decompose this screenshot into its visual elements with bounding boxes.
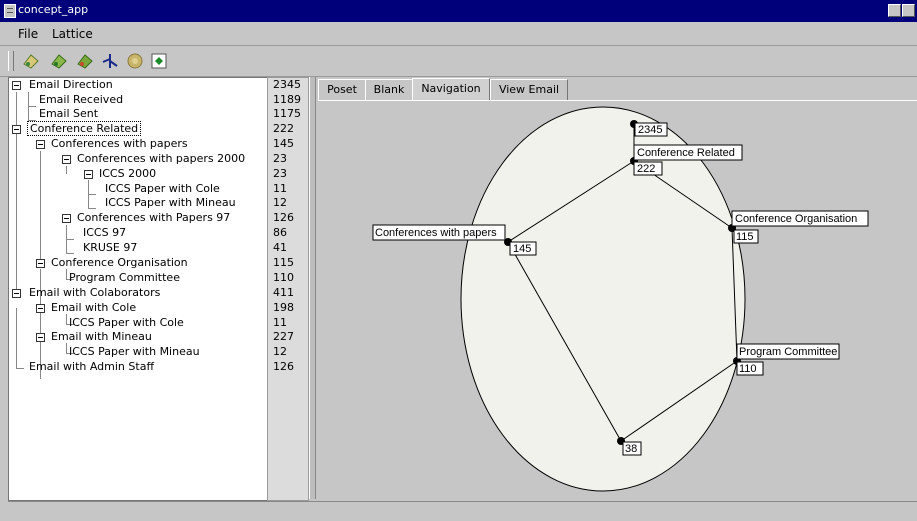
tree-item-email-received[interactable]: Email Received bbox=[39, 93, 123, 107]
count-value: 126 bbox=[273, 211, 294, 224]
count-value: 222 bbox=[273, 122, 294, 135]
node-label-top-count: 2345 bbox=[634, 122, 668, 137]
tree-item-conferences-with-papers-2000[interactable]: Conferences with papers 2000 bbox=[77, 152, 245, 166]
minimize-button[interactable] bbox=[888, 4, 901, 17]
svg-text:2345: 2345 bbox=[638, 124, 662, 136]
tree-item-iccs-paper-with-cole[interactable]: ICCS Paper with Cole bbox=[105, 182, 220, 196]
tree-item-conferences-with-papers-97[interactable]: Conferences with Papers 97 bbox=[77, 211, 230, 225]
tree-item-iccs-paper-with-cole[interactable]: ICCS Paper with Cole bbox=[69, 316, 184, 330]
tab-bar: Poset Blank Navigation View Email bbox=[318, 78, 917, 102]
count-value: 198 bbox=[273, 301, 294, 314]
tree-item-program-committee[interactable]: Program Committee bbox=[69, 271, 180, 285]
count-value: 227 bbox=[273, 330, 294, 343]
count-column: 2345 1189 1175 222 145 23 23 11 12 126 8… bbox=[267, 77, 309, 501]
svg-text:Conference Organisation: Conference Organisation bbox=[735, 213, 857, 225]
bookmark-remove-icon[interactable] bbox=[76, 52, 94, 70]
svg-text:Program Committee: Program Committee bbox=[739, 346, 837, 358]
expander-icon[interactable] bbox=[84, 170, 93, 179]
menu-bar: File Lattice bbox=[0, 22, 917, 46]
svg-text:Conference Related: Conference Related bbox=[637, 147, 735, 159]
diamond-icon[interactable] bbox=[150, 52, 168, 70]
tree-item-label: Conference Related bbox=[27, 121, 142, 136]
concept-tree[interactable]: Email Direction Email Received Email Sen… bbox=[8, 77, 268, 501]
svg-text:222: 222 bbox=[637, 163, 655, 175]
tree-item-email-sent[interactable]: Email Sent bbox=[39, 107, 98, 121]
bookmark-icon[interactable] bbox=[22, 52, 40, 70]
toolbar bbox=[0, 46, 917, 77]
svg-text:145: 145 bbox=[513, 243, 531, 255]
expander-icon[interactable] bbox=[36, 304, 45, 313]
tree-item-email-with-mineau[interactable]: Email with Mineau bbox=[51, 330, 152, 344]
expander-icon[interactable] bbox=[36, 259, 45, 268]
tab-navigation[interactable]: Navigation bbox=[412, 78, 490, 102]
toolbar-grip[interactable] bbox=[8, 51, 14, 71]
tree-item-iccs-paper-with-mineau[interactable]: ICCS Paper with Mineau bbox=[105, 196, 236, 210]
svg-text:110: 110 bbox=[739, 363, 757, 375]
tab-view-email[interactable]: View Email bbox=[490, 79, 568, 101]
count-value: 23 bbox=[273, 167, 287, 180]
svg-text:38: 38 bbox=[625, 443, 637, 455]
node-label-conference-organisation: Conference Organisation 115 bbox=[731, 210, 869, 244]
count-value: 12 bbox=[273, 196, 287, 209]
tree-item-iccs-2000[interactable]: ICCS 2000 bbox=[99, 167, 156, 181]
expander-icon[interactable] bbox=[36, 333, 45, 342]
tree-item-email-with-cole[interactable]: Email with Cole bbox=[51, 301, 136, 315]
expander-icon[interactable] bbox=[12, 81, 21, 90]
count-value: 86 bbox=[273, 226, 287, 239]
app-icon[interactable] bbox=[4, 4, 16, 18]
count-value: 11 bbox=[273, 182, 287, 195]
window-title: concept_app bbox=[18, 3, 89, 16]
count-value: 1175 bbox=[273, 107, 301, 120]
tree-item-email-with-colaborators[interactable]: Email with Colaborators bbox=[29, 286, 160, 300]
expander-icon[interactable] bbox=[62, 155, 71, 164]
tree-item-conference-organisation[interactable]: Conference Organisation bbox=[51, 256, 188, 270]
diagram-ellipse bbox=[460, 106, 746, 492]
bookmark-add-icon[interactable] bbox=[50, 52, 68, 70]
count-value: 23 bbox=[273, 152, 287, 165]
expander-icon[interactable] bbox=[62, 214, 71, 223]
count-value: 145 bbox=[273, 137, 294, 150]
svg-text:115: 115 bbox=[736, 231, 754, 243]
tree-item-iccs-97[interactable]: ICCS 97 bbox=[83, 226, 126, 240]
node-label-bottom-count: 38 bbox=[622, 441, 642, 456]
count-value: 2345 bbox=[273, 78, 301, 91]
count-value: 411 bbox=[273, 286, 294, 299]
expander-icon[interactable] bbox=[36, 140, 45, 149]
expander-icon[interactable] bbox=[12, 125, 21, 134]
maximize-button[interactable] bbox=[902, 4, 915, 17]
count-value: 1189 bbox=[273, 93, 301, 106]
title-bar: concept_app bbox=[0, 0, 917, 22]
tab-poset[interactable]: Poset bbox=[318, 79, 366, 101]
tree-item-conference-related[interactable]: Conference Related bbox=[27, 121, 142, 136]
count-value: 126 bbox=[273, 360, 294, 373]
lattice-diagram[interactable]: 2345 Conference Related 222 Conferences … bbox=[318, 101, 917, 500]
lattice-canvas[interactable]: 2345 Conference Related 222 Conferences … bbox=[318, 100, 917, 500]
count-value: 41 bbox=[273, 241, 287, 254]
tab-blank[interactable]: Blank bbox=[365, 79, 413, 101]
tree-item-email-direction[interactable]: Email Direction bbox=[29, 78, 113, 92]
tree-item-iccs-paper-with-mineau[interactable]: ICCS Paper with Mineau bbox=[69, 345, 200, 359]
node-label-program-committee: Program Committee 110 bbox=[736, 343, 840, 376]
tree-item-kruse-97[interactable]: KRUSE 97 bbox=[83, 241, 137, 255]
menu-lattice[interactable]: Lattice bbox=[52, 27, 93, 41]
count-value: 12 bbox=[273, 345, 287, 358]
circle-icon[interactable] bbox=[126, 52, 144, 70]
expander-icon[interactable] bbox=[12, 289, 21, 298]
count-value: 11 bbox=[273, 316, 287, 329]
lattice-icon[interactable] bbox=[101, 52, 119, 70]
count-value: 115 bbox=[273, 256, 294, 269]
panel-splitter[interactable] bbox=[309, 77, 316, 499]
menu-file[interactable]: File bbox=[18, 27, 38, 41]
tree-item-conferences-with-papers[interactable]: Conferences with papers bbox=[51, 137, 188, 151]
tree-item-email-with-admin-staff[interactable]: Email with Admin Staff bbox=[29, 360, 154, 374]
svg-text:Conferences with papers: Conferences with papers bbox=[375, 227, 497, 239]
count-value: 110 bbox=[273, 271, 294, 284]
status-bar bbox=[8, 501, 917, 521]
